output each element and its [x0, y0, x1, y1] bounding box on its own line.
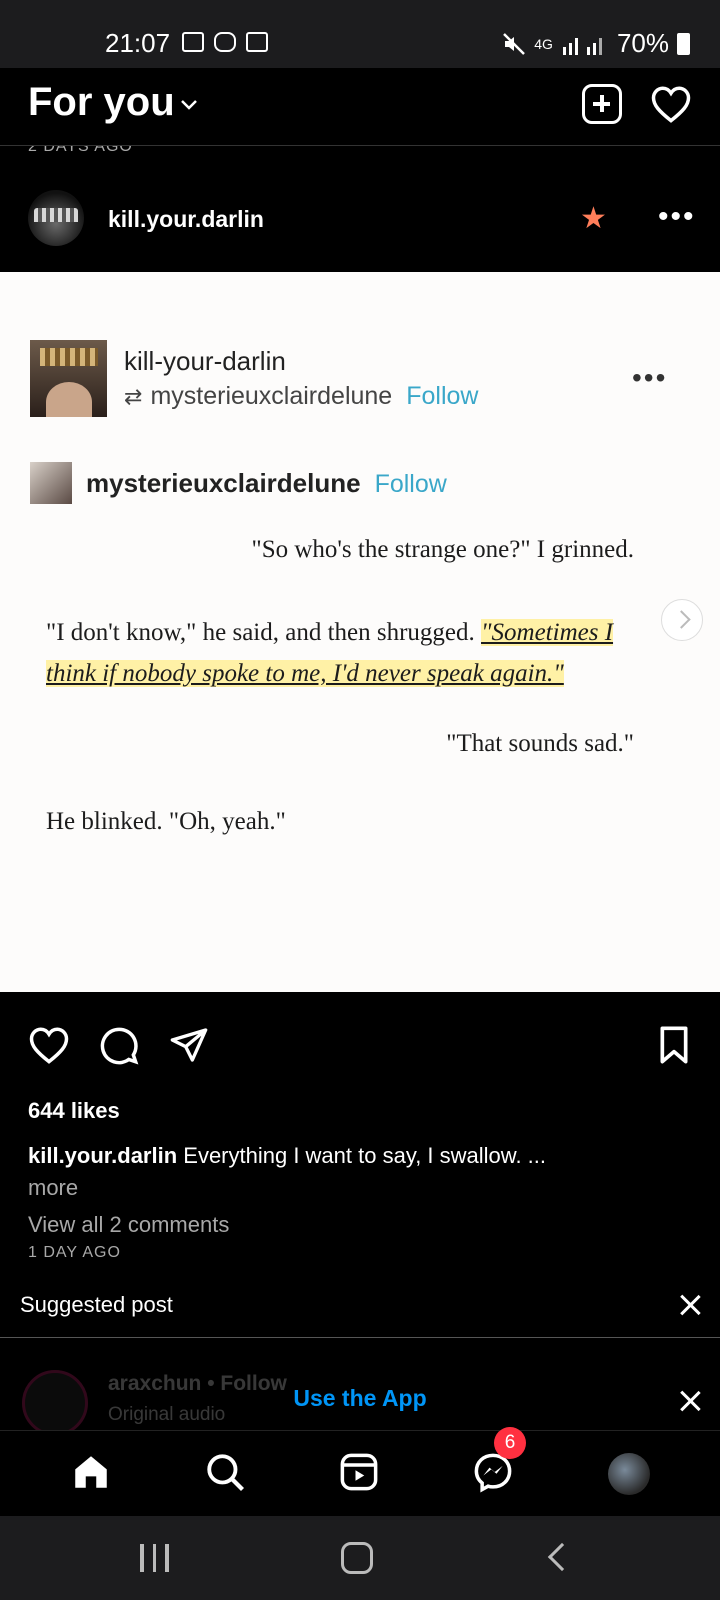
system-nav-bar: [0, 1516, 720, 1600]
battery-icon: [677, 32, 690, 55]
bottom-nav: 6: [0, 1427, 720, 1516]
post-image[interactable]: kill-your-darlin ⇄ mysterieuxclairdelune F…: [0, 272, 720, 992]
tumblr-op-avatar: [30, 462, 72, 504]
messages-badge: 6: [494, 1427, 526, 1459]
caption-username[interactable]: kill.your.darlin: [28, 1143, 177, 1168]
more-options-icon[interactable]: •••: [658, 202, 696, 232]
status-right: 4G 70%: [502, 28, 690, 59]
recent-apps-icon[interactable]: [140, 1544, 169, 1572]
caption-text: Everything I want to say, I swallow. ...: [177, 1143, 547, 1168]
book-line-4: He blinked. "Oh, yeah.": [46, 808, 286, 835]
tumblr-avatar: [30, 340, 107, 417]
status-bar: 21:07 4G 70%: [0, 0, 720, 68]
book-line-1: "So who's the strange one?" I grinned.: [251, 536, 634, 563]
home-icon[interactable]: [70, 1451, 112, 1493]
previous-post-date: 2 DAYS AGO: [28, 146, 228, 154]
likes-count[interactable]: 644 likes: [28, 1098, 120, 1124]
carousel-next-button[interactable]: [661, 599, 703, 641]
tumblr-op-follow: Follow: [374, 470, 447, 498]
gallery-icon: [182, 32, 204, 52]
reblog-icon: ⇄: [124, 384, 143, 409]
book-line-3: "That sounds sad.": [446, 730, 634, 757]
comment-icon[interactable]: [98, 1025, 140, 1067]
book-line-2: "I don't know," he said, and then shrugg…: [46, 619, 614, 687]
post-username[interactable]: kill.your.darlin: [108, 206, 264, 233]
tumblr-reblog-line: ⇄ mysterieuxclairdelune Follow: [124, 382, 478, 411]
star-icon: ★: [580, 202, 607, 235]
battery-percent: 70%: [616, 28, 669, 58]
close-icon[interactable]: [679, 1294, 701, 1316]
status-notification-icons: [182, 32, 268, 52]
camera-icon: [246, 32, 268, 52]
search-icon[interactable]: [204, 1451, 246, 1493]
heart-icon[interactable]: [650, 84, 692, 124]
network-type: 4G: [534, 35, 553, 52]
create-post-icon[interactable]: [582, 84, 622, 124]
avatar[interactable]: [28, 190, 84, 246]
caption-more-link[interactable]: more: [28, 1175, 78, 1201]
view-comments-link[interactable]: View all 2 comments: [28, 1212, 229, 1238]
suggested-post-bar: Suggested post: [0, 1288, 720, 1338]
bookmark-icon[interactable]: [656, 1025, 692, 1065]
feed-title[interactable]: For you: [28, 80, 175, 125]
reels-icon[interactable]: [338, 1451, 380, 1493]
post-actions: [0, 1025, 720, 1075]
suggested-post-label: Suggested post: [20, 1292, 173, 1317]
chevron-down-icon[interactable]: [180, 96, 198, 114]
apps-icon: [214, 32, 236, 52]
post-caption: kill.your.darlin Everything I want to sa…: [28, 1143, 688, 1169]
tumblr-op-line: mysterieuxclairdelune Follow: [86, 468, 447, 498]
use-the-app-link[interactable]: Use the App: [0, 1385, 720, 1412]
feed-header: For you: [0, 68, 720, 146]
reblog-source: mysterieuxclairdelune: [150, 382, 393, 410]
tumblr-more-icon: •••: [632, 362, 668, 393]
signal-icon: [562, 37, 602, 55]
status-time: 21:07: [105, 28, 171, 58]
tumblr-follow: Follow: [406, 382, 479, 410]
back-icon[interactable]: [547, 1542, 577, 1572]
tumblr-username: kill-your-darlin: [124, 346, 286, 376]
share-icon[interactable]: [168, 1025, 210, 1065]
close-banner-icon[interactable]: [679, 1390, 701, 1412]
home-button-icon[interactable]: [341, 1542, 373, 1574]
like-heart-icon[interactable]: [28, 1025, 70, 1065]
post-header: kill.your.darlin ★ •••: [0, 176, 720, 266]
profile-avatar[interactable]: [608, 1453, 650, 1495]
post-date: 1 DAY AGO: [28, 1244, 121, 1261]
mute-icon: [503, 32, 526, 55]
